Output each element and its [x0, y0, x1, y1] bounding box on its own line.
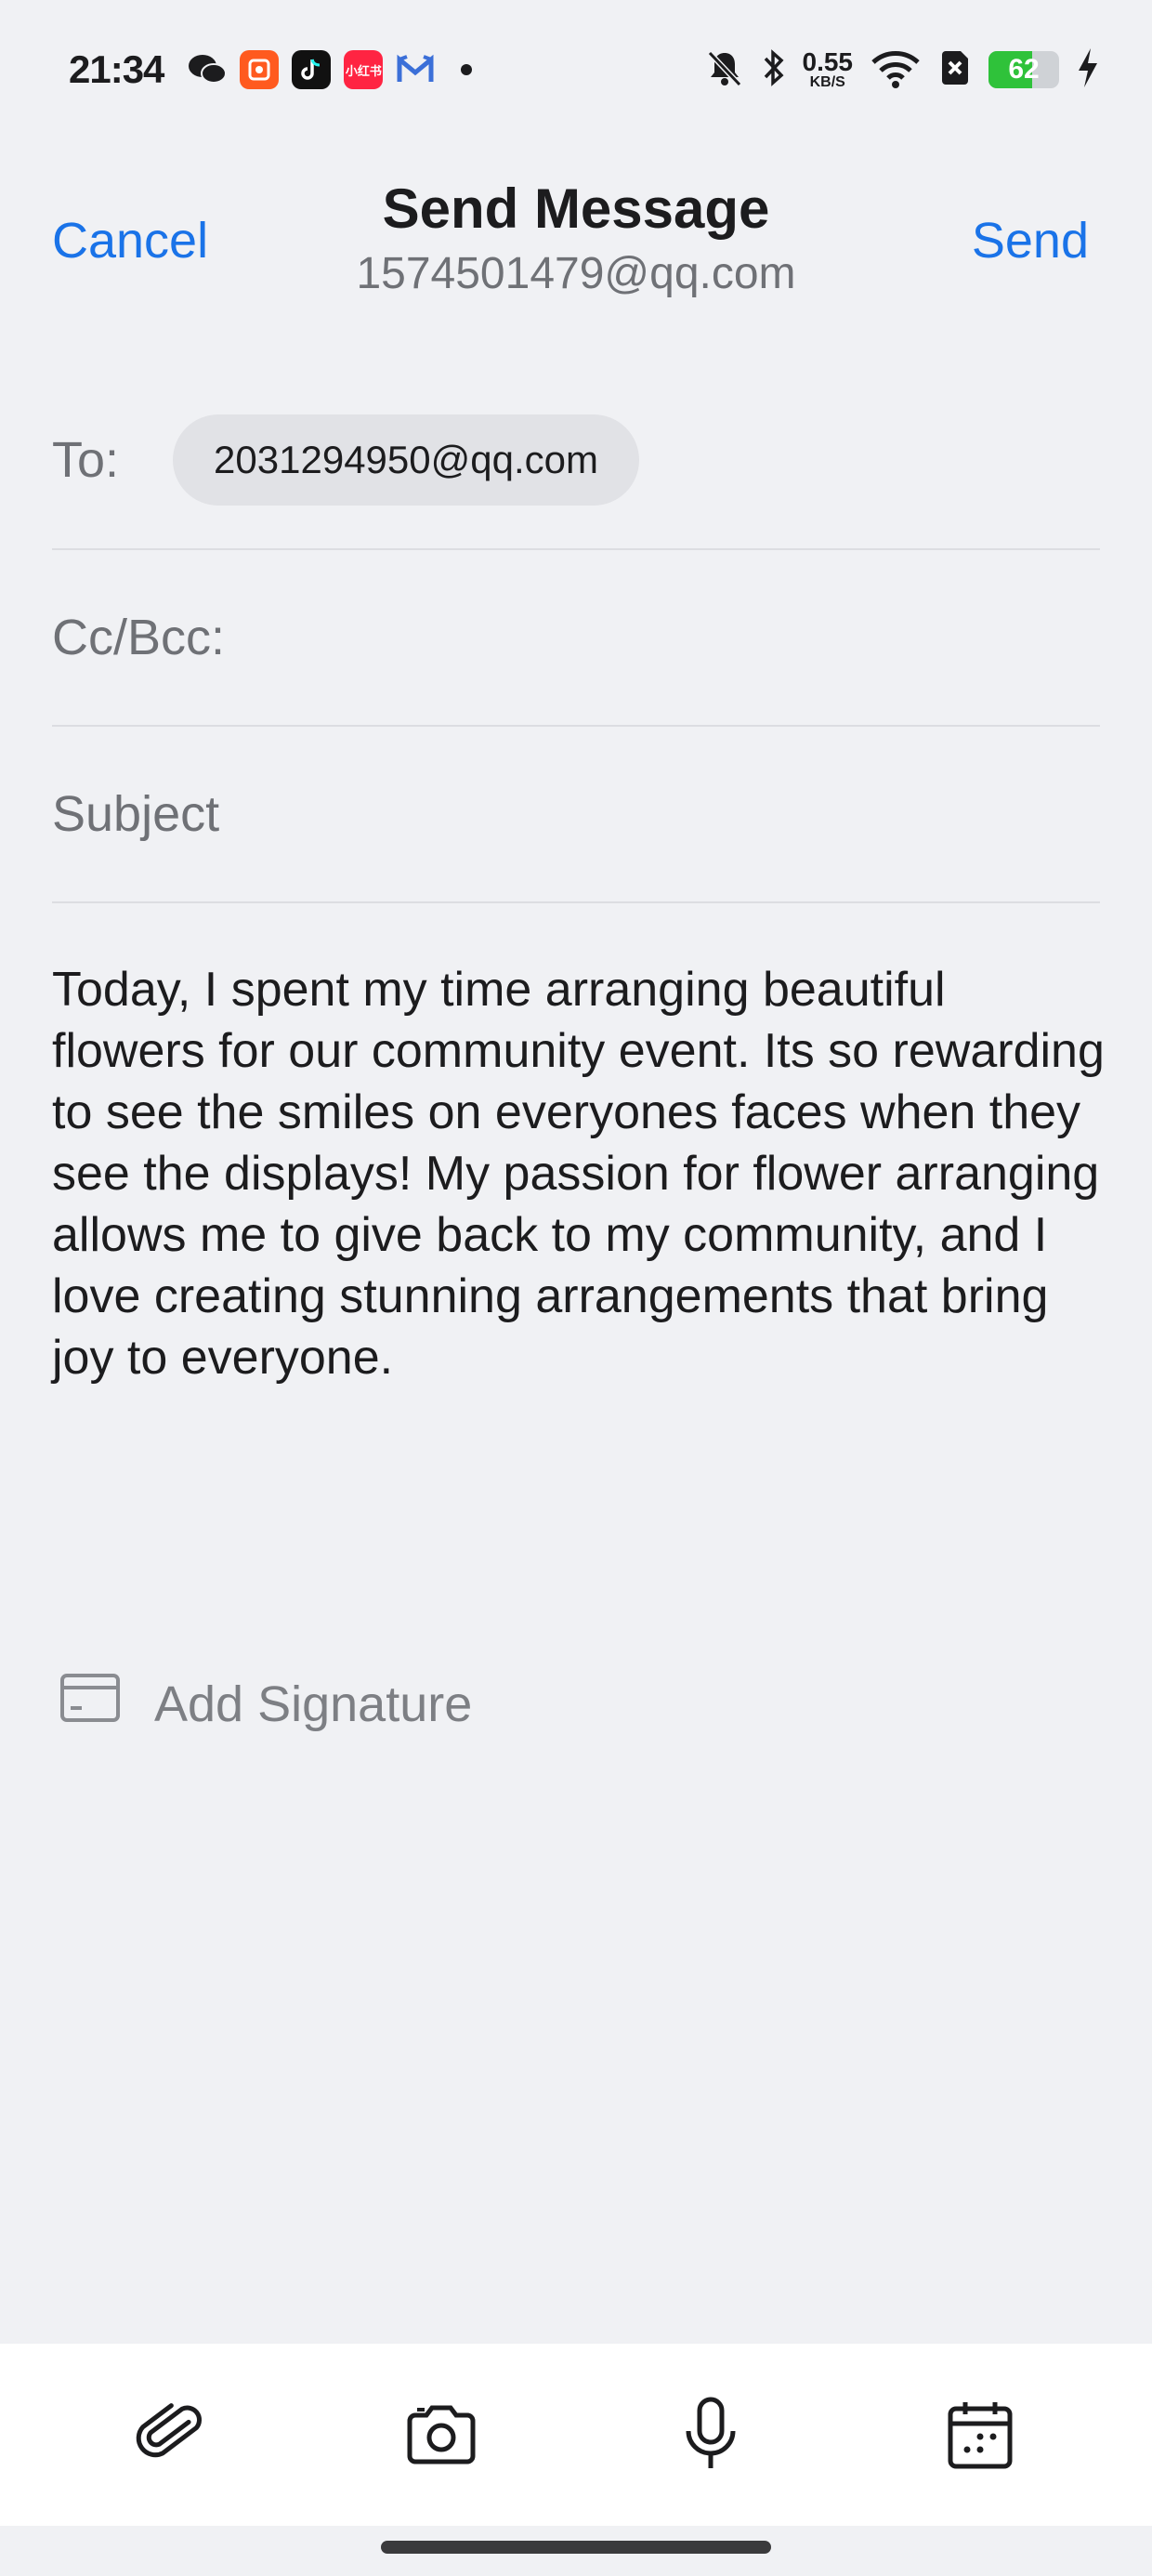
microphone-icon[interactable]	[655, 2379, 766, 2491]
tiktok-icon	[292, 50, 332, 89]
network-speed: 0.55 KB/S	[802, 47, 854, 90]
mail-app-icon	[396, 50, 435, 89]
calendar-icon[interactable]	[924, 2379, 1036, 2491]
compose-header: Cancel Send Message 1574501479@qq.com Se…	[0, 139, 1152, 325]
mute-icon	[704, 47, 745, 93]
subject-placeholder: Subject	[52, 786, 220, 842]
status-time: 21:34	[69, 47, 164, 91]
camera-icon[interactable]	[386, 2379, 497, 2491]
add-signature-button[interactable]: Add Signature	[59, 1673, 472, 1735]
cc-bcc-field[interactable]: Cc/Bcc:	[52, 550, 1100, 727]
cc-bcc-label: Cc/Bcc:	[52, 610, 226, 665]
recipient-chip[interactable]: 2031294950@qq.com	[173, 414, 639, 506]
signature-card-icon	[59, 1673, 121, 1735]
status-right: 0.55 KB/S 62	[704, 46, 1101, 94]
wifi-icon	[870, 47, 922, 93]
add-signature-label: Add Signature	[154, 1676, 473, 1732]
home-indicator[interactable]	[381, 2541, 771, 2554]
wechat-icon	[188, 50, 228, 89]
subject-field[interactable]: Subject	[52, 727, 1100, 903]
notification-dot	[461, 64, 473, 75]
status-bar: 21:34 小红书 0.55 KB/S 62	[0, 0, 1152, 139]
compose-fields: To: 2031294950@qq.com Cc/Bcc: Subject	[52, 372, 1100, 903]
send-button[interactable]: Send	[972, 212, 1089, 269]
charging-icon	[1076, 46, 1100, 94]
to-label: To:	[52, 432, 120, 488]
compose-toolbar	[0, 2344, 1152, 2526]
taobao-icon	[240, 50, 280, 89]
bluetooth-icon	[762, 47, 786, 93]
to-field[interactable]: To: 2031294950@qq.com	[52, 372, 1100, 550]
attach-icon[interactable]	[116, 2379, 228, 2491]
xiaohongshu-icon: 小红书	[344, 50, 384, 89]
battery-indicator: 62	[988, 51, 1059, 88]
status-left: 21:34 小红书	[69, 47, 473, 92]
sim-icon	[938, 49, 972, 91]
message-body[interactable]: Today, I spent my time arranging beautif…	[52, 959, 1106, 1388]
battery-level: 62	[1008, 54, 1040, 85]
